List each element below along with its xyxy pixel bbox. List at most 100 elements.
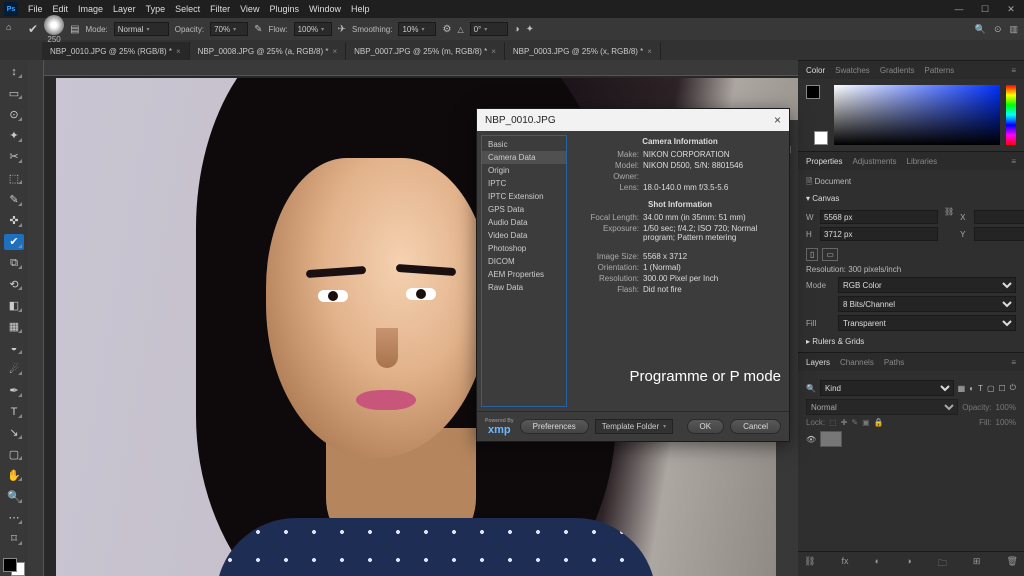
menu-edit[interactable]: Edit	[53, 4, 69, 14]
history-brush-tool[interactable]: ⟲	[4, 276, 24, 292]
menu-view[interactable]: View	[240, 4, 259, 14]
tab-gradients[interactable]: Gradients	[880, 66, 915, 75]
flow-input[interactable]: 100%	[294, 22, 332, 36]
panel-menu-icon[interactable]: ≡	[1011, 358, 1016, 367]
size-pressure-icon[interactable]: ◑	[514, 24, 520, 35]
portrait-icon[interactable]: ▯	[806, 248, 818, 261]
dodge-tool[interactable]: ☄	[4, 361, 24, 377]
category-origin[interactable]: Origin	[482, 164, 566, 177]
lock-pos-icon[interactable]: ✚	[841, 418, 848, 427]
layer-filter-select[interactable]: Kind	[820, 380, 954, 396]
category-dicom[interactable]: DICOM	[482, 255, 566, 268]
filter-toggle[interactable]: ⏻	[1010, 383, 1016, 393]
close-icon[interactable]: ×	[774, 113, 781, 127]
menu-help[interactable]: Help	[351, 4, 370, 14]
smoothing-input[interactable]: 10%	[398, 22, 436, 36]
category-aem-properties[interactable]: AEM Properties	[482, 268, 566, 281]
stamp-tool[interactable]: ⧉	[4, 255, 24, 271]
color-mode-select[interactable]: RGB Color	[838, 277, 1016, 293]
doc-tab-1[interactable]: NBP_0010.JPG @ 25% (RGB/8) *×	[42, 42, 190, 60]
more-tool[interactable]: ⋯	[4, 510, 24, 526]
workspace-icon[interactable]: ▥	[1009, 24, 1018, 35]
color-field[interactable]	[834, 85, 1000, 145]
category-photoshop[interactable]: Photoshop	[482, 242, 566, 255]
tab-patterns[interactable]: Patterns	[925, 66, 955, 75]
fg-bg-swatch[interactable]	[3, 558, 25, 576]
tab-channels[interactable]: Channels	[840, 358, 874, 367]
edit-toolbar[interactable]: ⌑	[4, 531, 24, 547]
close-icon[interactable]: ×	[332, 47, 337, 56]
landscape-icon[interactable]: ▭	[822, 248, 838, 261]
tab-libraries[interactable]: Libraries	[907, 157, 938, 166]
gradient-tool[interactable]: ▦	[4, 319, 24, 335]
menu-type[interactable]: Type	[146, 4, 166, 14]
category-iptc[interactable]: IPTC	[482, 177, 566, 190]
crop-tool[interactable]: ✂	[4, 149, 24, 165]
opacity-input[interactable]: 70%	[210, 22, 248, 36]
category-video-data[interactable]: Video Data	[482, 229, 566, 242]
menu-select[interactable]: Select	[175, 4, 200, 14]
preferences-button[interactable]: Preferences	[520, 419, 589, 434]
link-layers-icon[interactable]: ⛓	[804, 556, 815, 572]
airbrush-icon[interactable]: ✈	[338, 24, 346, 35]
frame-tool[interactable]: ⬚	[4, 170, 24, 186]
angle-input[interactable]: 0°	[470, 22, 508, 36]
width-input[interactable]	[820, 210, 938, 224]
lock-pixel-icon[interactable]: ✎	[851, 418, 858, 427]
smoothing-options-icon[interactable]: ⚙	[442, 24, 451, 35]
x-input[interactable]	[974, 210, 1024, 224]
visibility-icon[interactable]: 👁	[806, 435, 816, 444]
window-min-icon[interactable]: —	[950, 4, 968, 15]
tab-properties[interactable]: Properties	[806, 157, 842, 166]
layer-row[interactable]: 👁	[806, 431, 1016, 447]
move-tool[interactable]: ↕	[4, 64, 24, 80]
filter-smart-icon[interactable]: ☐	[999, 384, 1006, 393]
fx-icon[interactable]: fx	[842, 556, 849, 572]
canvas-section-label[interactable]: Canvas	[812, 194, 839, 203]
layer-blend-select[interactable]: Normal	[806, 399, 958, 415]
delete-icon[interactable]: 🗑	[1007, 556, 1018, 572]
blend-mode-select[interactable]: Normal	[114, 22, 169, 36]
layer-opacity-value[interactable]: 100%	[996, 403, 1016, 412]
home-icon[interactable]: ⌂	[6, 22, 22, 36]
zoom-tool[interactable]: 🔍	[4, 488, 24, 504]
fill-select[interactable]: Transparent	[838, 315, 1016, 331]
blur-tool[interactable]: ◒	[4, 340, 24, 356]
category-iptc-extension[interactable]: IPTC Extension	[482, 190, 566, 203]
lock-nest-icon[interactable]: ▣	[862, 418, 870, 427]
path-tool[interactable]: ↘	[4, 425, 24, 441]
doc-tab-4[interactable]: NBP_0003.JPG @ 25% (x, RGB/8) *×	[505, 42, 661, 60]
ruler-vertical[interactable]	[28, 60, 44, 576]
brush-preview-icon[interactable]	[44, 15, 64, 35]
search-icon[interactable]: 🔍	[975, 24, 986, 35]
category-audio-data[interactable]: Audio Data	[482, 216, 566, 229]
doc-tab-3[interactable]: NBP_0007.JPG @ 25% (m, RGB/8) *×	[346, 42, 505, 60]
category-raw-data[interactable]: Raw Data	[482, 281, 566, 294]
dialog-titlebar[interactable]: NBP_0010.JPG ×	[477, 109, 789, 131]
category-camera-data[interactable]: Camera Data	[482, 151, 566, 164]
menu-window[interactable]: Window	[309, 4, 341, 14]
hue-slider[interactable]	[1006, 85, 1016, 145]
tab-color[interactable]: Color	[806, 66, 825, 75]
symmetry-icon[interactable]: ✦	[526, 24, 534, 35]
brush-panel-icon[interactable]: ▤	[70, 24, 79, 35]
bit-depth-select[interactable]: 8 Bits/Channel	[838, 296, 1016, 312]
close-icon[interactable]: ×	[491, 47, 496, 56]
panel-menu-icon[interactable]: ≡	[1011, 157, 1016, 166]
pen-tool[interactable]: ✒	[4, 382, 24, 398]
tab-adjustments[interactable]: Adjustments	[852, 157, 896, 166]
new-layer-icon[interactable]: ⊞	[973, 556, 981, 572]
mask-icon[interactable]: ◐	[875, 556, 880, 572]
type-tool[interactable]: T	[4, 404, 24, 420]
menu-image[interactable]: Image	[78, 4, 103, 14]
filter-adjust-icon[interactable]: ◐	[969, 384, 974, 393]
template-folder-select[interactable]: Template Folder	[595, 419, 673, 434]
ruler-horizontal[interactable]	[28, 60, 798, 76]
filter-shape-icon[interactable]: ▢	[987, 384, 995, 393]
lasso-tool[interactable]: ⊙	[4, 106, 24, 122]
category-gps-data[interactable]: GPS Data	[482, 203, 566, 216]
filter-type-icon[interactable]: T	[978, 384, 983, 393]
ok-button[interactable]: OK	[687, 419, 725, 434]
adjustment-icon[interactable]: ◑	[906, 556, 911, 572]
category-basic[interactable]: Basic	[482, 138, 566, 151]
